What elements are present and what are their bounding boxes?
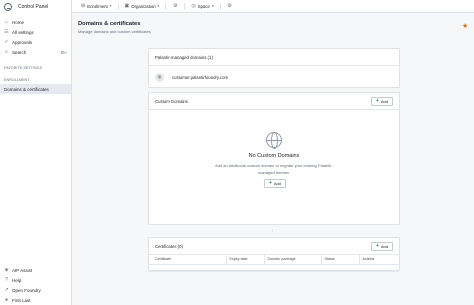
page-title: Domains & certificates xyxy=(78,21,141,27)
table-row xyxy=(149,264,399,272)
enrollment-icon: ⊞ xyxy=(81,3,86,9)
sidebar-item-label: First Last xyxy=(12,297,31,303)
sidebar-item-search[interactable]: ⌕ Search ⌘K xyxy=(0,47,71,57)
certificates-card: Certificates (0) + Add Certificate Expir… xyxy=(148,237,400,272)
sidebar-item-label: Approvals xyxy=(12,39,33,45)
search-shortcut: ⌘K xyxy=(60,49,67,55)
plus-icon: + xyxy=(375,243,379,249)
enrollment-selector[interactable]: ⊞ Enrollment ▾ xyxy=(79,3,114,9)
managed-domains-title: Palantir-managed domains (1) xyxy=(155,54,213,60)
certificates-header: Certificates (0) + Add xyxy=(149,238,399,255)
sidebar-item-all-settings[interactable]: ☷ All settings xyxy=(0,27,71,37)
sidebar-header: Control Panel xyxy=(0,0,71,13)
help-icon: ? xyxy=(5,276,8,283)
sidebar-item-home[interactable]: ⌂ Home xyxy=(0,17,71,27)
divider xyxy=(219,2,221,10)
enrollment-label: Enrollment xyxy=(87,3,108,9)
space-icon: ◎ xyxy=(191,3,196,9)
sidebar: Control Panel ⌂ Home ☷ All settings ✓ Ap… xyxy=(0,0,72,305)
organization-selector[interactable]: ▣ Organization ▾ xyxy=(123,3,162,9)
aip-assist-icon: ◈ xyxy=(4,266,9,273)
organization-settings-gear-icon[interactable]: ⚙ xyxy=(170,3,180,9)
sidebar-item-label: Search xyxy=(12,49,27,55)
sidebar-item-aip-assist[interactable]: ◈ AIP Assist xyxy=(0,265,71,275)
add-button-label: Add xyxy=(273,181,282,186)
sidebar-item-label: Domains & certificates xyxy=(4,86,49,92)
space-selector[interactable]: ◎ Space ▾ xyxy=(189,3,215,9)
globe-icon xyxy=(266,132,282,149)
chevron-down-icon: ▾ xyxy=(109,4,112,8)
sidebar-item-help[interactable]: ? Help xyxy=(0,275,71,285)
sidebar-bottom: ◈ AIP Assist ? Help ↗ Open Foundry ● Fir… xyxy=(0,265,71,305)
domain-name: customer.palantirfoundry.com xyxy=(172,74,229,80)
sidebar-item-domains-certificates[interactable]: Domains & certificates xyxy=(0,84,71,94)
sidebar-item-user[interactable]: ● First Last xyxy=(0,295,71,305)
panel-resize-handle[interactable]: ⁝ xyxy=(272,228,273,233)
sidebar-item-label: Home xyxy=(12,19,25,25)
chevron-down-icon: ▾ xyxy=(157,4,160,8)
add-button-label: Add xyxy=(380,99,389,104)
sidebar-item-approvals[interactable]: ✓ Approvals xyxy=(0,37,71,47)
favorite-star-icon[interactable]: ★ xyxy=(462,23,468,30)
organization-icon: ▣ xyxy=(124,3,130,9)
search-icon: ⌕ xyxy=(5,48,8,55)
add-certificate-button[interactable]: + Add xyxy=(371,242,393,251)
empty-state-description: Add an additional custom domain or migra… xyxy=(215,163,333,175)
add-custom-domain-button[interactable]: + Add xyxy=(371,97,393,106)
app-title: Control Panel xyxy=(18,3,49,10)
column-header-domain-coverage[interactable]: Domain coverage xyxy=(263,255,321,265)
app-logo-icon[interactable] xyxy=(4,2,12,11)
add-button-label: Add xyxy=(380,244,389,249)
plus-icon: + xyxy=(375,98,379,104)
plus-icon: + xyxy=(268,180,272,186)
sidebar-item-label: All settings xyxy=(12,29,34,35)
space-settings-gear-icon[interactable]: ⚙ xyxy=(225,3,235,9)
sidebar-item-open-foundry[interactable]: ↗ Open Foundry xyxy=(0,285,71,295)
column-header-certificate[interactable]: Certificate xyxy=(149,255,226,265)
column-header-actions[interactable]: Actions xyxy=(358,255,399,265)
custom-domains-title: Custom Domains xyxy=(155,98,188,104)
table-header-row: Certificate Expiry date Domain coverage … xyxy=(149,255,399,265)
certificates-table: Certificate Expiry date Domain coverage … xyxy=(149,255,399,272)
empty-state-add-button[interactable]: + Add xyxy=(264,179,286,188)
settings-icon: ☷ xyxy=(4,28,9,35)
space-label: Space xyxy=(197,3,210,9)
home-icon: ⌂ xyxy=(4,18,9,25)
column-header-status[interactable]: Status xyxy=(320,255,359,265)
column-header-expiry-date[interactable]: Expiry date xyxy=(225,255,264,265)
section-enrollment: ENROLLMENT xyxy=(4,78,30,82)
managed-domains-header: Palantir-managed domains (1) xyxy=(149,49,399,66)
divider xyxy=(165,2,167,10)
sidebar-item-label: Open Foundry xyxy=(12,287,41,293)
page-subtitle: Manage domains and custom certificates xyxy=(78,29,151,34)
sidebar-item-label: AIP Assist xyxy=(12,267,33,273)
custom-domains-header: Custom Domains + Add xyxy=(149,93,399,110)
sidebar-item-label: Help xyxy=(12,277,22,283)
user-icon: ● xyxy=(4,296,9,303)
globe-icon: ◍ xyxy=(155,72,164,82)
managed-domains-card: Palantir-managed domains (1) ◍ customer.… xyxy=(148,48,400,88)
section-favorite-settings: FAVORITE SETTINGS xyxy=(4,66,43,70)
top-bar: ⊞ Enrollment ▾ ▣ Organization ▾ ⚙ ◎ Spac… xyxy=(72,0,474,13)
empty-state-title: No Custom Domains xyxy=(248,153,300,159)
custom-domains-card: Custom Domains + Add No Custom Domains A… xyxy=(148,92,400,225)
open-foundry-icon: ↗ xyxy=(4,286,9,293)
domain-row: ◍ customer.palantirfoundry.com xyxy=(149,66,399,88)
check-icon: ✓ xyxy=(4,38,9,45)
divider xyxy=(117,2,119,10)
organization-label: Organization xyxy=(131,3,156,9)
chevron-down-icon: ▾ xyxy=(211,4,214,8)
certificates-title: Certificates (0) xyxy=(155,243,183,249)
divider xyxy=(184,2,186,10)
